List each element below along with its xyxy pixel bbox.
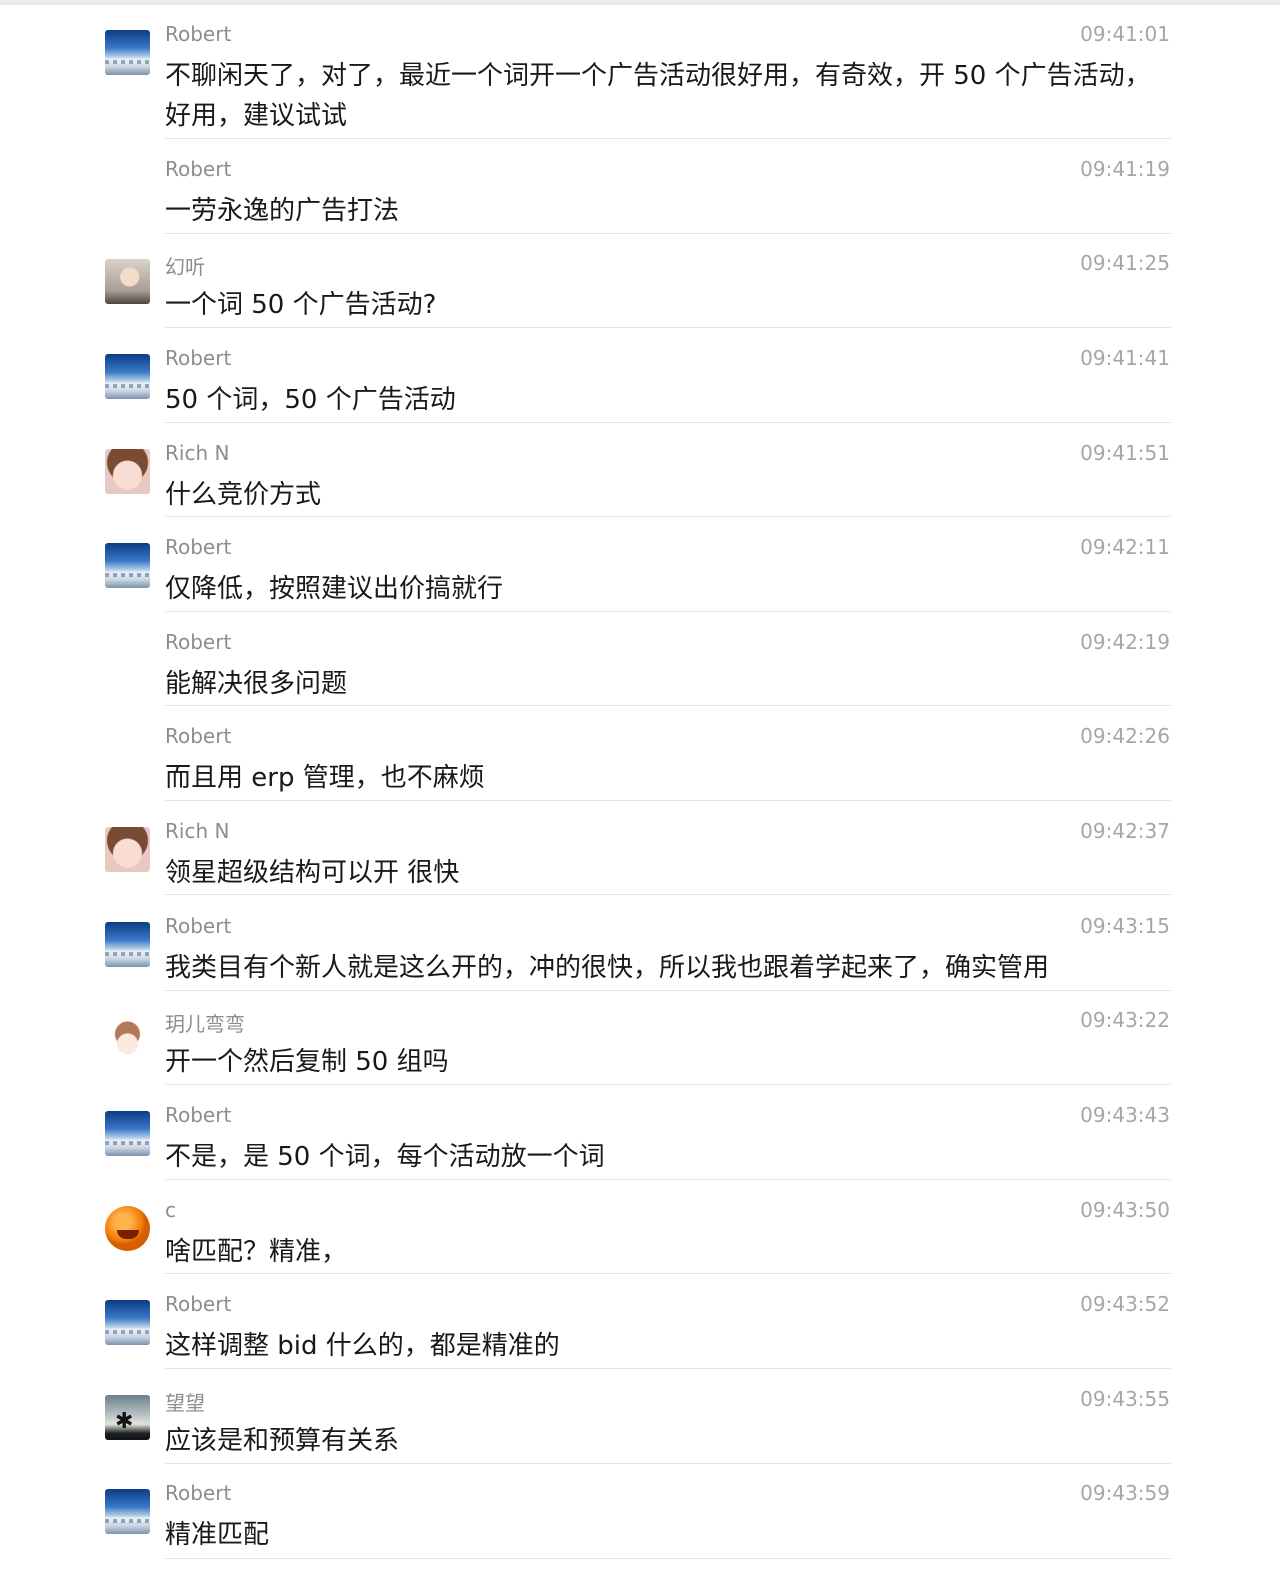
message-timestamp: 09:41:01	[1080, 22, 1170, 46]
message-text: 什么竞价方式	[165, 480, 322, 510]
message-timestamp: 09:41:25	[1080, 251, 1170, 275]
message-divider	[165, 894, 1171, 895]
message-divider	[165, 1368, 1171, 1369]
message-timestamp: 09:41:41	[1080, 346, 1170, 370]
message-text: 而且用 erp 管理，也不麻烦	[165, 763, 485, 793]
message-timestamp: 09:41:51	[1080, 441, 1170, 465]
girl-avatar[interactable]	[105, 259, 150, 304]
message-timestamp: 09:43:43	[1080, 1103, 1170, 1127]
sender-name: Robert	[165, 630, 232, 654]
message-text: 这样调整 bid 什么的，都是精准的	[165, 1331, 560, 1361]
sender-name: Robert	[165, 1103, 232, 1127]
robert-avatar[interactable]	[105, 354, 150, 399]
message-timestamp: 09:43:52	[1080, 1292, 1170, 1316]
message-divider	[165, 990, 1171, 991]
message-divider	[165, 1463, 1171, 1464]
message-text: 一个词 50 个广告活动?	[165, 290, 437, 320]
message-divider	[165, 1273, 1171, 1274]
message-divider	[165, 1558, 1171, 1559]
sender-name: Robert	[165, 914, 232, 938]
sender-name: c	[165, 1198, 176, 1222]
message-timestamp: 09:42:37	[1080, 819, 1170, 843]
message-text: 精准匹配	[165, 1520, 270, 1550]
sender-name: Robert	[165, 535, 232, 559]
message-divider	[165, 800, 1171, 801]
robert-avatar[interactable]	[105, 543, 150, 588]
sender-name: Robert	[165, 724, 232, 748]
sender-name: Robert	[165, 1292, 232, 1316]
message-divider	[165, 138, 1171, 139]
doll-avatar[interactable]	[105, 1016, 150, 1061]
robert-avatar[interactable]	[105, 30, 150, 75]
sender-name: Rich N	[165, 819, 230, 843]
message-text: 仅降低，按照建议出价搞就行	[165, 574, 504, 604]
sender-name: 玥儿弯弯	[165, 1012, 245, 1036]
message-timestamp: 09:43:22	[1080, 1008, 1170, 1032]
message-text: 领星超级结构可以开 很快	[165, 858, 460, 888]
palm-avatar[interactable]	[105, 1395, 150, 1440]
message-divider	[165, 233, 1171, 234]
message-divider	[165, 422, 1171, 423]
robert-avatar[interactable]	[105, 1489, 150, 1534]
kid-avatar[interactable]	[105, 827, 150, 872]
sender-name: Robert	[165, 1481, 232, 1505]
message-text: 不是，是 50 个词，每个活动放一个词	[165, 1142, 605, 1172]
message-text: 一劳永逸的广告打法	[165, 196, 400, 226]
message-text: 啥匹配？精准，	[165, 1237, 348, 1267]
message-timestamp: 09:42:26	[1080, 724, 1170, 748]
message-timestamp: 09:43:55	[1080, 1387, 1170, 1411]
message-text: 50 个词，50 个广告活动	[165, 385, 456, 415]
message-timestamp: 09:41:19	[1080, 157, 1170, 181]
message-text: 不聊闲天了，对了，最近一个词开一个广告活动很好用，有奇效，开 50 个广告活动，…	[165, 61, 1151, 131]
sender-name: Robert	[165, 346, 232, 370]
sender-name: 望望	[165, 1391, 205, 1415]
robert-avatar[interactable]	[105, 1111, 150, 1156]
message-divider	[165, 1084, 1171, 1085]
message-timestamp: 09:42:19	[1080, 630, 1170, 654]
chat-history[interactable]: Robert 09:41:01 不聊闲天了，对了，最近一个词开一个广告活动很好用，有…	[0, 0, 1280, 1573]
kid-avatar[interactable]	[105, 449, 150, 494]
message-divider	[165, 611, 1171, 612]
sender-name: Robert	[165, 157, 232, 181]
message-divider	[165, 1179, 1171, 1180]
orange-avatar[interactable]	[105, 1206, 150, 1251]
message-divider	[165, 705, 1171, 706]
message-timestamp: 09:43:50	[1080, 1198, 1170, 1222]
message-text: 我类目有个新人就是这么开的，冲的很快，所以我也跟着学起来了，确实管用	[165, 953, 1050, 983]
message-text: 应该是和预算有关系	[165, 1426, 400, 1456]
message-divider	[165, 327, 1171, 328]
message-timestamp: 09:43:15	[1080, 914, 1170, 938]
message-timestamp: 09:43:59	[1080, 1481, 1170, 1505]
sender-name: Robert	[165, 22, 232, 46]
message-text: 能解决很多问题	[165, 669, 348, 699]
message-divider	[165, 516, 1171, 517]
robert-avatar[interactable]	[105, 1300, 150, 1345]
sender-name: 幻听	[165, 255, 205, 279]
message-timestamp: 09:42:11	[1080, 535, 1170, 559]
sender-name: Rich N	[165, 441, 230, 465]
message-text: 开一个然后复制 50 组吗	[165, 1047, 449, 1077]
robert-avatar[interactable]	[105, 922, 150, 967]
